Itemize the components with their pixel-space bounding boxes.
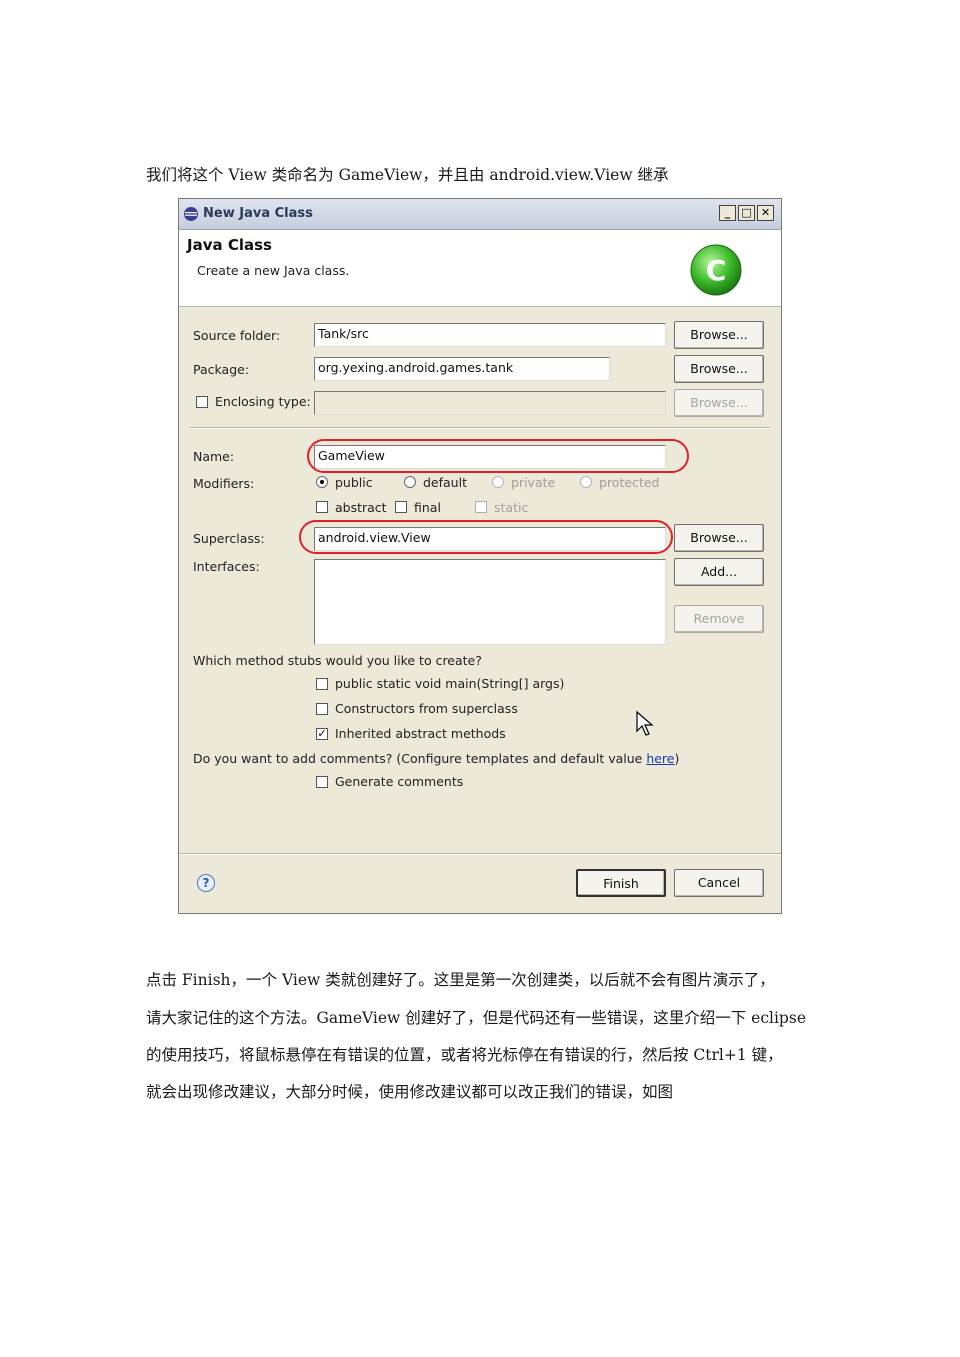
paragraph-line-2: 请大家记住的这个方法。GameView 创建好了，但是代码还有一些错误，这里介绍… [146, 1009, 806, 1027]
interfaces-list[interactable] [314, 559, 666, 645]
stub-main-label: public static void main(String[] args) [335, 676, 565, 691]
comments-question-close: ) [674, 751, 680, 766]
modifier-final-checkbox[interactable] [395, 501, 407, 513]
comments-question: Do you want to add comments? (Configure … [193, 751, 679, 766]
new-java-class-dialog: New Java Class _ □ ✕ Java Class Create a… [178, 198, 782, 914]
source-folder-label: Source folder: [193, 328, 281, 343]
stub-main-checkbox[interactable] [316, 678, 328, 690]
modifier-public-label: public [335, 475, 373, 490]
modifier-private-label: private [511, 475, 556, 490]
finish-button[interactable]: Finish [576, 869, 666, 897]
stub-constructors-checkbox[interactable] [316, 703, 328, 715]
banner-title: Java Class [187, 236, 272, 254]
browse-source-folder-button[interactable]: Browse... [674, 321, 764, 349]
enclosing-type-label: Enclosing type: [215, 394, 311, 409]
modifier-abstract-checkbox[interactable] [316, 501, 328, 513]
modifier-static-label: static [494, 500, 529, 515]
maximize-button[interactable]: □ [738, 205, 755, 221]
enclosing-type-field[interactable] [314, 391, 666, 415]
name-label: Name: [193, 449, 235, 464]
interfaces-label: Interfaces: [193, 559, 260, 574]
package-label: Package: [193, 362, 250, 377]
mouse-cursor-icon [636, 710, 654, 736]
generate-comments-checkbox[interactable] [316, 776, 328, 788]
modifier-protected-radio[interactable] [580, 476, 592, 488]
new-class-icon: C [690, 244, 742, 296]
generate-comments-label: Generate comments [335, 774, 464, 789]
help-icon[interactable]: ? [197, 874, 215, 892]
modifier-protected-label: protected [599, 475, 660, 490]
modifiers-label: Modifiers: [193, 476, 255, 491]
modifier-private-radio[interactable] [492, 476, 504, 488]
remove-interface-button[interactable]: Remove [674, 605, 764, 633]
comments-question-text: Do you want to add comments? (Configure … [193, 751, 647, 766]
cancel-button[interactable]: Cancel [674, 869, 764, 897]
dialog-banner: Java Class Create a new Java class. C [179, 230, 781, 307]
stub-inherited-checkbox[interactable]: ✓ [316, 728, 328, 740]
minimize-button[interactable]: _ [719, 205, 736, 221]
modifier-default-label: default [423, 475, 467, 490]
modifier-public-radio[interactable] [316, 476, 328, 488]
footer-separator [179, 853, 781, 855]
browse-superclass-button[interactable]: Browse... [674, 524, 764, 552]
paragraph-line-1: 点击 Finish，一个 View 类就创建好了。这里是第一次创建类，以后就不会… [146, 971, 775, 989]
svg-text:C: C [706, 254, 727, 287]
superclass-label: Superclass: [193, 531, 265, 546]
enclosing-type-checkbox[interactable] [196, 396, 208, 408]
close-button[interactable]: ✕ [757, 205, 774, 221]
eclipse-icon [184, 207, 198, 221]
add-interface-button[interactable]: Add... [674, 558, 764, 586]
paragraph-line-4: 就会出现修改建议，大部分时候，使用修改建议都可以改正我们的错误，如图 [146, 1083, 674, 1101]
package-field[interactable]: org.yexing.android.games.tank [314, 357, 610, 381]
browse-package-button[interactable]: Browse... [674, 355, 764, 383]
separator [189, 427, 771, 429]
paragraph-line-3: 的使用技巧，将鼠标悬停在有错误的位置，或者将光标停在有错误的行，然后按 Ctrl… [146, 1046, 783, 1064]
banner-subtitle: Create a new Java class. [197, 263, 350, 278]
superclass-highlight-ellipse [299, 520, 673, 554]
modifier-static-checkbox[interactable] [475, 501, 487, 513]
method-stubs-question: Which method stubs would you like to cre… [193, 653, 482, 668]
intro-text: 我们将这个 View 类命名为 GameView，并且由 android.vie… [146, 166, 669, 184]
source-folder-field[interactable]: Tank/src [314, 323, 666, 347]
name-highlight-ellipse [307, 439, 689, 473]
configure-templates-link[interactable]: here [646, 751, 674, 766]
dialog-titlebar[interactable]: New Java Class _ □ ✕ [179, 199, 781, 230]
modifier-abstract-label: abstract [335, 500, 387, 515]
browse-enclosing-type-button[interactable]: Browse... [674, 389, 764, 417]
modifier-final-label: final [414, 500, 441, 515]
dialog-title: New Java Class [203, 206, 313, 221]
stub-constructors-label: Constructors from superclass [335, 701, 518, 716]
stub-inherited-label: Inherited abstract methods [335, 726, 506, 741]
modifier-default-radio[interactable] [404, 476, 416, 488]
